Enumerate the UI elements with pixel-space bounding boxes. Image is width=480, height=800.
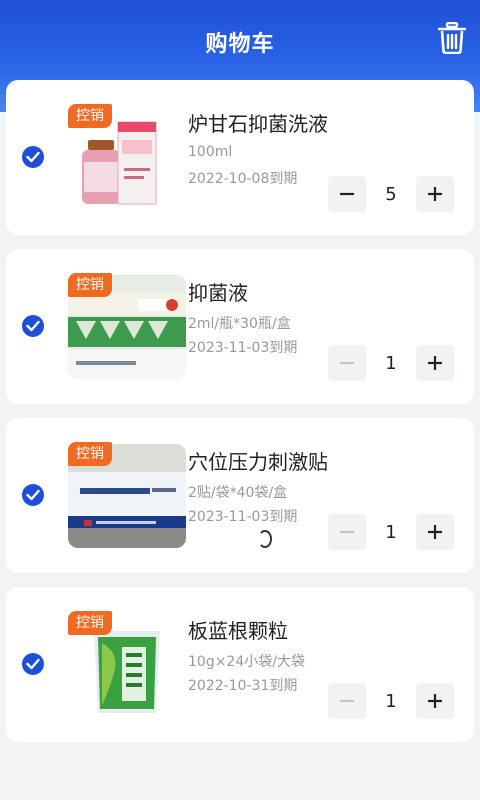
product-name[interactable]: 板蓝根颗粒 (188, 615, 288, 644)
control-sale-badge: 控销 (68, 442, 112, 466)
control-sale-badge: 控销 (68, 273, 112, 297)
decrease-button[interactable] (328, 514, 366, 550)
plus-icon (428, 356, 442, 370)
product-expiry: 2023-11-03到期 (188, 509, 298, 525)
item-checkbox[interactable] (22, 315, 44, 337)
minus-icon (340, 361, 354, 365)
product-spec: 2贴/袋*40袋/盒 (188, 485, 288, 501)
loading-spinner (258, 530, 272, 548)
item-checkbox[interactable] (22, 146, 44, 168)
item-checkbox[interactable] (22, 653, 44, 675)
control-sale-badge: 控销 (68, 104, 112, 128)
quantity-value: 5 (385, 184, 397, 205)
control-sale-badge: 控销 (68, 611, 112, 635)
check-icon (26, 489, 40, 501)
increase-button[interactable] (416, 176, 454, 212)
quantity-value: 1 (385, 691, 397, 712)
increase-button[interactable] (416, 683, 454, 719)
decrease-button[interactable] (328, 176, 366, 212)
minus-icon (340, 192, 354, 196)
check-icon (26, 320, 40, 332)
product-name[interactable]: 穴位压力刺激贴 (188, 446, 328, 475)
cart-item[interactable]: 控销 抑菌液 2ml/瓶*30瓶/盒 2023-11-03到期 1 (6, 249, 474, 404)
cart-item[interactable]: 控销 板蓝根颗粒 10g×24小袋/大袋 2022-10-31到期 1 (6, 587, 474, 742)
product-expiry: 2022-10-08到期 (188, 171, 298, 187)
product-name[interactable]: 炉甘石抑菌洗液 (188, 108, 328, 137)
product-spec: 10g×24小袋/大袋 (188, 654, 305, 670)
plus-icon (428, 187, 442, 201)
product-expiry: 2023-11-03到期 (188, 340, 298, 356)
decrease-button[interactable] (328, 683, 366, 719)
item-checkbox[interactable] (22, 484, 44, 506)
minus-icon (340, 530, 354, 534)
increase-button[interactable] (416, 514, 454, 550)
product-name[interactable]: 抑菌液 (188, 277, 248, 306)
decrease-button[interactable] (328, 345, 366, 381)
check-icon (26, 658, 40, 670)
increase-button[interactable] (416, 345, 454, 381)
plus-icon (428, 694, 442, 708)
cart-item[interactable]: 控销 穴位压力刺激贴 2贴/袋*40袋/盒 2023-11-03到期 1 (6, 418, 474, 573)
page-title: 购物车 (205, 32, 275, 57)
quantity-value: 1 (385, 353, 397, 374)
cart-item[interactable]: 控销 炉甘石抑菌洗液 100ml 2022-10-08到期 5 (6, 80, 474, 235)
quantity-value: 1 (385, 522, 397, 543)
product-expiry: 2022-10-31到期 (188, 678, 298, 694)
minus-icon (340, 699, 354, 703)
product-spec: 100ml (188, 144, 233, 160)
check-icon (26, 151, 40, 163)
plus-icon (428, 525, 442, 539)
product-spec: 2ml/瓶*30瓶/盒 (188, 316, 291, 332)
trash-icon[interactable] (438, 22, 466, 54)
